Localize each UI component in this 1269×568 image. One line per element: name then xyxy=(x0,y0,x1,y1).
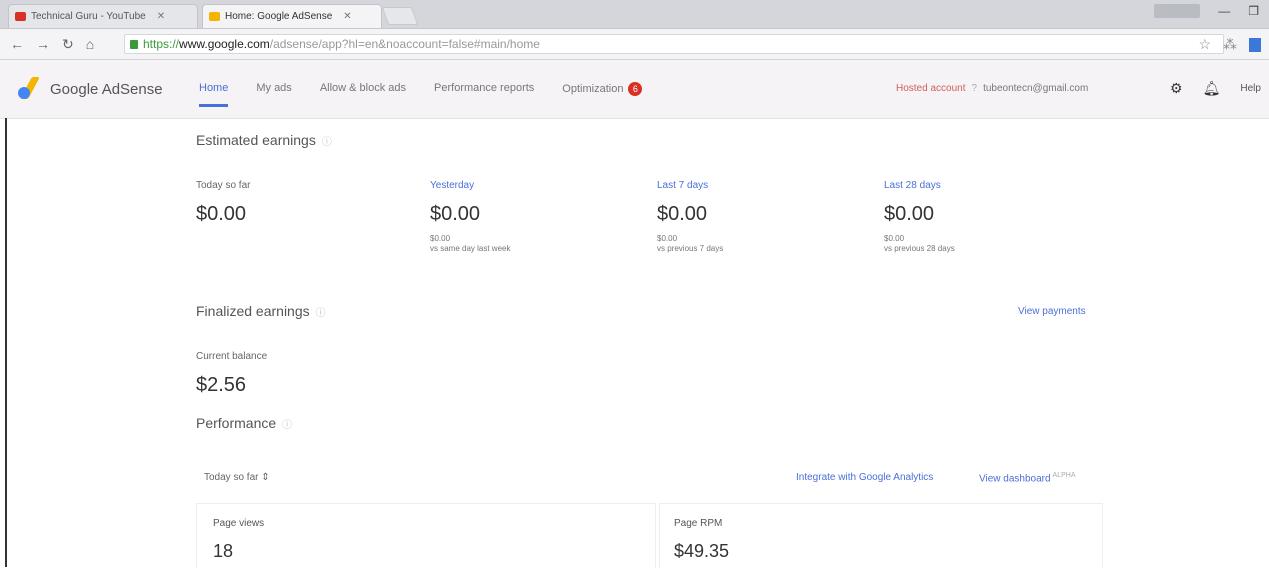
page-views-label: Page views xyxy=(213,518,265,529)
estimated-earnings-title: Estimated earnings ⓘ xyxy=(196,132,332,148)
restore-icon[interactable]: ❐ xyxy=(1248,4,1259,18)
view-dashboard-link[interactable]: View dashboard ALPHA xyxy=(979,472,1076,484)
minimize-icon[interactable]: — xyxy=(1218,4,1230,18)
last7-sub-note: vs previous 7 days xyxy=(657,244,724,253)
nav-allow-block-ads[interactable]: Allow & block ads xyxy=(320,82,406,96)
current-balance-value: $2.56 xyxy=(196,374,247,396)
close-icon[interactable]: ✕ xyxy=(157,11,165,22)
close-icon[interactable]: ✕ xyxy=(343,11,351,22)
new-tab-button[interactable] xyxy=(381,7,419,25)
page-rpm-card: Page RPM $49.35 xyxy=(659,503,1103,568)
last7-value: $0.00 xyxy=(657,203,708,225)
info-icon[interactable]: ⓘ xyxy=(316,308,326,319)
profile-button[interactable] xyxy=(1154,4,1201,18)
performance-heading: Performance xyxy=(196,415,277,431)
view-payments-link[interactable]: View payments xyxy=(1018,306,1086,317)
address-bar-actions: ☆ ⁂ xyxy=(1198,36,1261,53)
page-rpm-label: Page RPM xyxy=(674,518,723,529)
forward-icon[interactable]: → xyxy=(36,36,50,53)
brand-name: Google AdSense xyxy=(50,80,163,98)
page-views-value: 18 xyxy=(213,541,234,561)
tab-title: Home: Google AdSense xyxy=(225,11,333,22)
yesterday-value: $0.00 xyxy=(430,203,481,225)
performance-range-select[interactable]: Today so far ⇕ xyxy=(204,472,270,483)
last7-sub-value: $0.00 xyxy=(657,234,678,243)
today-value: $0.00 xyxy=(196,203,247,225)
url-scheme: https:// xyxy=(143,37,180,51)
adsense-logo[interactable]: Google AdSense xyxy=(18,77,163,101)
url-input[interactable]: https://www.google.com/adsense/app?hl=en… xyxy=(124,34,1224,54)
tab-adsense[interactable]: Home: Google AdSense ✕ xyxy=(202,4,382,28)
tab-title: Technical Guru - YouTube xyxy=(31,11,146,22)
lock-icon xyxy=(130,39,138,49)
yesterday-label[interactable]: Yesterday xyxy=(430,180,474,191)
info-icon[interactable]: ⓘ xyxy=(282,420,292,431)
gear-icon[interactable]: ⚙ xyxy=(1170,80,1183,97)
integrate-analytics-link[interactable]: Integrate with Google Analytics xyxy=(796,472,933,483)
back-icon[interactable]: ← xyxy=(10,36,24,53)
estimated-earnings-heading: Estimated earnings xyxy=(196,132,316,148)
alpha-badge: ALPHA xyxy=(1052,472,1076,479)
account-email[interactable]: tubeontecn@gmail.com xyxy=(983,83,1088,94)
url-path: /adsense/app?hl=en&noaccount=false#main/… xyxy=(269,37,540,51)
today-label: Today so far xyxy=(196,180,251,191)
finalized-earnings-title: Finalized earnings ⓘ xyxy=(196,303,326,319)
current-balance-label: Current balance xyxy=(196,351,268,362)
main-nav: Home My ads Allow & block ads Performanc… xyxy=(199,82,643,107)
view-dashboard-label: View dashboard xyxy=(979,473,1051,485)
left-edge xyxy=(5,118,7,567)
window-controls: — ❐ xyxy=(1154,4,1259,18)
page-views-card: Page views 18 xyxy=(196,503,656,568)
adsense-logo-icon xyxy=(18,77,44,101)
adsense-icon xyxy=(209,12,220,21)
extension-blue-icon[interactable] xyxy=(1249,37,1261,52)
finalized-earnings-heading: Finalized earnings xyxy=(196,303,310,319)
bell-icon[interactable]: 🔔︎ xyxy=(1203,80,1221,97)
nav-home[interactable]: Home xyxy=(199,82,229,107)
home-icon[interactable]: ⌂ xyxy=(86,36,94,53)
yesterday-sub-note: vs same day last week xyxy=(430,244,511,253)
hosted-account-label: Hosted account xyxy=(896,83,966,94)
last28-label[interactable]: Last 28 days xyxy=(884,180,941,191)
last7-label[interactable]: Last 7 days xyxy=(657,180,708,191)
browser-nav: ← → ↻ ⌂ xyxy=(10,36,94,53)
extension-icon[interactable]: ⁂ xyxy=(1223,36,1237,53)
help-circle-icon[interactable]: ? xyxy=(972,83,978,94)
star-icon[interactable]: ☆ xyxy=(1198,36,1211,53)
last28-sub-value: $0.00 xyxy=(884,234,905,243)
last28-sub-note: vs previous 28 days xyxy=(884,244,955,253)
help-link[interactable]: Help xyxy=(1240,83,1261,94)
header-icons: ⚙ 🔔︎ Help xyxy=(1170,80,1261,97)
reload-icon[interactable]: ↻ xyxy=(62,36,74,53)
youtube-icon xyxy=(15,12,26,21)
url-host: www.google.com xyxy=(179,37,270,51)
nav-optimization[interactable]: Optimization 6 xyxy=(562,82,643,96)
nav-optimization-label: Optimization xyxy=(562,82,624,95)
performance-title: Performance ⓘ xyxy=(196,415,292,431)
optimization-badge: 6 xyxy=(628,82,643,96)
tab-strip: Technical Guru - YouTube ✕ Home: Google … xyxy=(0,0,1269,29)
account-info: Hosted account ? tubeontecn@gmail.com xyxy=(896,83,1088,94)
tab-youtube[interactable]: Technical Guru - YouTube ✕ xyxy=(8,4,198,28)
page-rpm-value: $49.35 xyxy=(674,541,730,561)
nav-my-ads[interactable]: My ads xyxy=(256,82,291,96)
nav-performance-reports[interactable]: Performance reports xyxy=(434,82,534,96)
info-icon[interactable]: ⓘ xyxy=(322,137,332,148)
yesterday-sub-value: $0.00 xyxy=(430,234,451,243)
last28-value: $0.00 xyxy=(884,203,935,225)
